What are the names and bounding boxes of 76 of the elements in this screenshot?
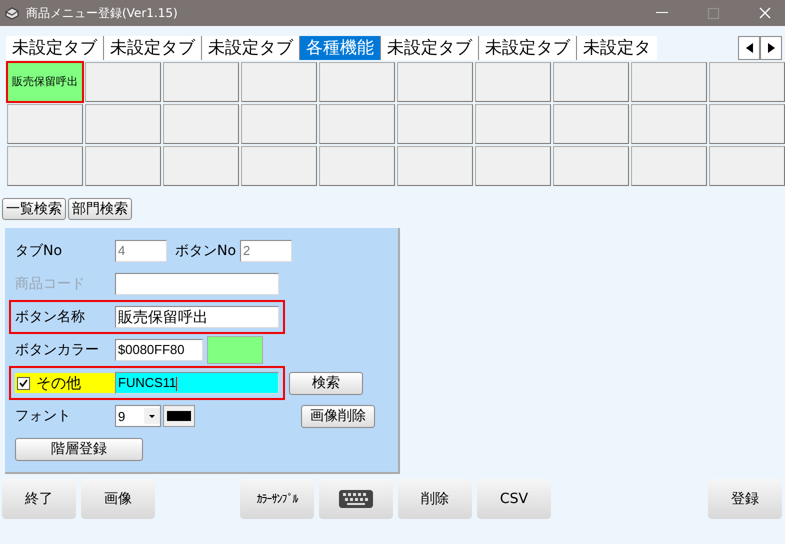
menu-button[interactable] [85,104,161,144]
close-icon[interactable] [759,7,771,19]
input-field[interactable] [115,273,279,295]
dropdown-icon [144,408,160,424]
menu-button[interactable] [709,104,785,144]
menu-button[interactable] [475,104,551,144]
input-field[interactable]: 2 [240,240,292,262]
tab[interactable]: 未設定タブ [201,36,299,60]
minimize-icon[interactable] [656,12,668,14]
hierarchy-register-button[interactable]: 階層登録 [15,438,143,460]
menu-button[interactable] [163,104,239,144]
toolbar-button[interactable]: 終了 [2,479,76,519]
menu-button[interactable] [319,62,395,102]
menu-button[interactable] [553,146,629,186]
field-label: ボタン名称 [15,308,86,326]
font-color-swatch[interactable] [163,405,195,427]
maximize-icon [708,8,719,18]
input-field[interactable]: 販売保留呼出 [115,306,279,328]
menu-button[interactable] [241,62,317,102]
toolbar-button[interactable]: CSV [477,479,551,519]
menu-button[interactable] [85,62,161,102]
input-field[interactable]: 4 [115,240,167,262]
tab[interactable]: 未設定タブ [380,36,478,60]
menu-button[interactable] [7,146,83,186]
right-arrow-icon [768,43,774,53]
checkbox[interactable] [17,376,30,390]
color-sample-button[interactable]: ｶﾗｰｻﾝﾌﾟﾙ [240,479,314,519]
input-field[interactable]: $0080FF80 [115,339,203,361]
delete-image-button[interactable]: 画像削除 [301,404,375,428]
tab[interactable]: 未設定タブ [6,36,103,60]
menu-button[interactable] [553,62,629,102]
tab[interactable]: 未設定タブ [478,36,576,60]
toolbar-button[interactable]: 画像 [81,479,155,519]
menu-button[interactable] [631,104,707,144]
keyboard-button[interactable] [319,479,393,519]
menu-button[interactable] [709,62,785,102]
menu-button[interactable] [631,62,707,102]
menu-button[interactable] [475,62,551,102]
menu-button[interactable] [319,104,395,144]
menu-button[interactable] [631,146,707,186]
left-arrow-icon [746,43,752,53]
color-swatch[interactable] [207,336,263,364]
tab[interactable]: 未設定タ [576,36,657,60]
field-label: タブNo [15,242,64,260]
keyboard-icon [338,489,374,509]
menu-button[interactable]: 販売保留呼出 [7,62,83,102]
field-label: フォント [15,407,72,425]
search-button[interactable]: 検索 [289,372,363,394]
checkbox-label: その他 [36,374,81,392]
field-label: 商品コード [15,275,86,293]
search-button[interactable]: 部門検索 [68,198,132,220]
menu-button[interactable] [475,146,551,186]
search-button[interactable]: 一覧検索 [2,198,66,220]
menu-button[interactable] [85,146,161,186]
menu-button[interactable] [163,62,239,102]
menu-button[interactable] [241,104,317,144]
tab[interactable]: 未設定タブ [103,36,201,60]
scroll-right-button[interactable] [760,36,782,60]
tab[interactable]: 各種機能 [299,36,380,60]
toolbar-button[interactable]: 登録 [708,479,782,519]
menu-button[interactable] [319,146,395,186]
font-size-dropdown[interactable]: 9 [115,405,161,427]
menu-button[interactable] [397,62,473,102]
menu-button[interactable] [397,146,473,186]
field-label: ボタンNo [175,242,236,260]
input-field[interactable]: FUNCS11 [115,372,279,394]
window-title: 商品メニュー登録(Ver1.15) [26,4,178,22]
menu-button[interactable] [397,104,473,144]
menu-button[interactable] [709,146,785,186]
field-label: ボタンカラー [15,341,100,359]
toolbar-button[interactable]: 削除 [398,479,472,519]
menu-button[interactable] [163,146,239,186]
menu-button[interactable] [241,146,317,186]
menu-button[interactable] [553,104,629,144]
scroll-left-button[interactable] [738,36,760,60]
menu-button[interactable] [7,104,83,144]
